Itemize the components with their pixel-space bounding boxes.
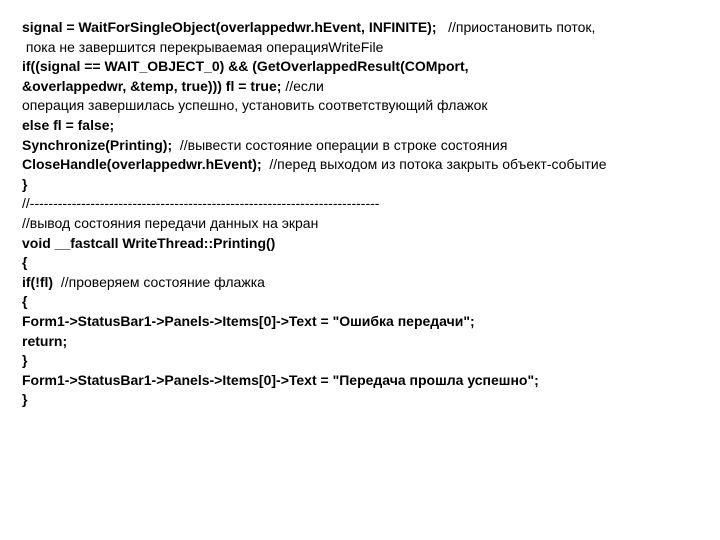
code-text: else fl = false; xyxy=(22,117,114,133)
comment-text: //если xyxy=(281,78,323,94)
code-line: //вывод состояния передачи данных на экр… xyxy=(22,214,700,234)
comment-text: пока не завершится перекрываемая операци… xyxy=(22,39,383,55)
code-line: &overlappedwr, &temp, true))) fl = true;… xyxy=(22,77,700,97)
code-text: &overlappedwr, &temp, true))) fl = true; xyxy=(22,78,281,94)
code-line: { xyxy=(22,292,700,312)
code-text: signal = WaitForSingleObject(overlappedw… xyxy=(22,19,436,35)
code-line: операция завершилась успешно, установить… xyxy=(22,96,700,116)
code-line: if(!fl) //проверяем состояние флажка xyxy=(22,273,700,293)
comment-text: //вывести состояние операции в строке со… xyxy=(172,137,507,153)
code-line: } xyxy=(22,351,700,371)
code-text: Form1->StatusBar1->Panels->Items[0]->Tex… xyxy=(22,313,475,329)
code-line: } xyxy=(22,390,700,410)
code-line: return; xyxy=(22,332,700,352)
code-line: else fl = false; xyxy=(22,116,700,136)
code-text: if((signal == WAIT_OBJECT_0) && (GetOver… xyxy=(22,58,469,74)
code-line: { xyxy=(22,253,700,273)
code-line: void __fastcall WriteThread::Printing() xyxy=(22,234,700,254)
comment-text: //перед выходом из потока закрыть объект… xyxy=(262,156,607,172)
code-line: Form1->StatusBar1->Panels->Items[0]->Tex… xyxy=(22,371,700,391)
code-line: signal = WaitForSingleObject(overlappedw… xyxy=(22,18,700,38)
code-text: } xyxy=(22,352,27,368)
code-text: { xyxy=(22,293,27,309)
code-text: Form1->StatusBar1->Panels->Items[0]->Tex… xyxy=(22,372,539,388)
comment-text: //проверяем состояние флажка xyxy=(53,274,265,290)
code-text: Synchronize(Printing); xyxy=(22,137,172,153)
code-line: Synchronize(Printing); //вывести состоян… xyxy=(22,136,700,156)
code-text: } xyxy=(22,176,27,192)
code-line: Form1->StatusBar1->Panels->Items[0]->Tex… xyxy=(22,312,700,332)
comment-text: операция завершилась успешно, установить… xyxy=(22,97,488,113)
code-line: пока не завершится перекрываемая операци… xyxy=(22,38,700,58)
code-text: { xyxy=(22,254,27,270)
code-text: CloseHandle(overlappedwr.hEvent); xyxy=(22,156,262,172)
code-line: } xyxy=(22,175,700,195)
comment-text: //вывод состояния передачи данных на экр… xyxy=(22,215,318,231)
code-line: //--------------------------------------… xyxy=(22,194,700,214)
code-line: CloseHandle(overlappedwr.hEvent); //пере… xyxy=(22,155,700,175)
comment-text: //--------------------------------------… xyxy=(22,195,379,211)
code-snippet: signal = WaitForSingleObject(overlappedw… xyxy=(22,18,700,410)
code-text: return; xyxy=(22,333,67,349)
code-text: void __fastcall WriteThread::Printing() xyxy=(22,235,275,251)
code-line: if((signal == WAIT_OBJECT_0) && (GetOver… xyxy=(22,57,700,77)
comment-text: //приостановить поток, xyxy=(436,19,595,35)
code-text: if(!fl) xyxy=(22,274,53,290)
code-text: } xyxy=(22,391,27,407)
